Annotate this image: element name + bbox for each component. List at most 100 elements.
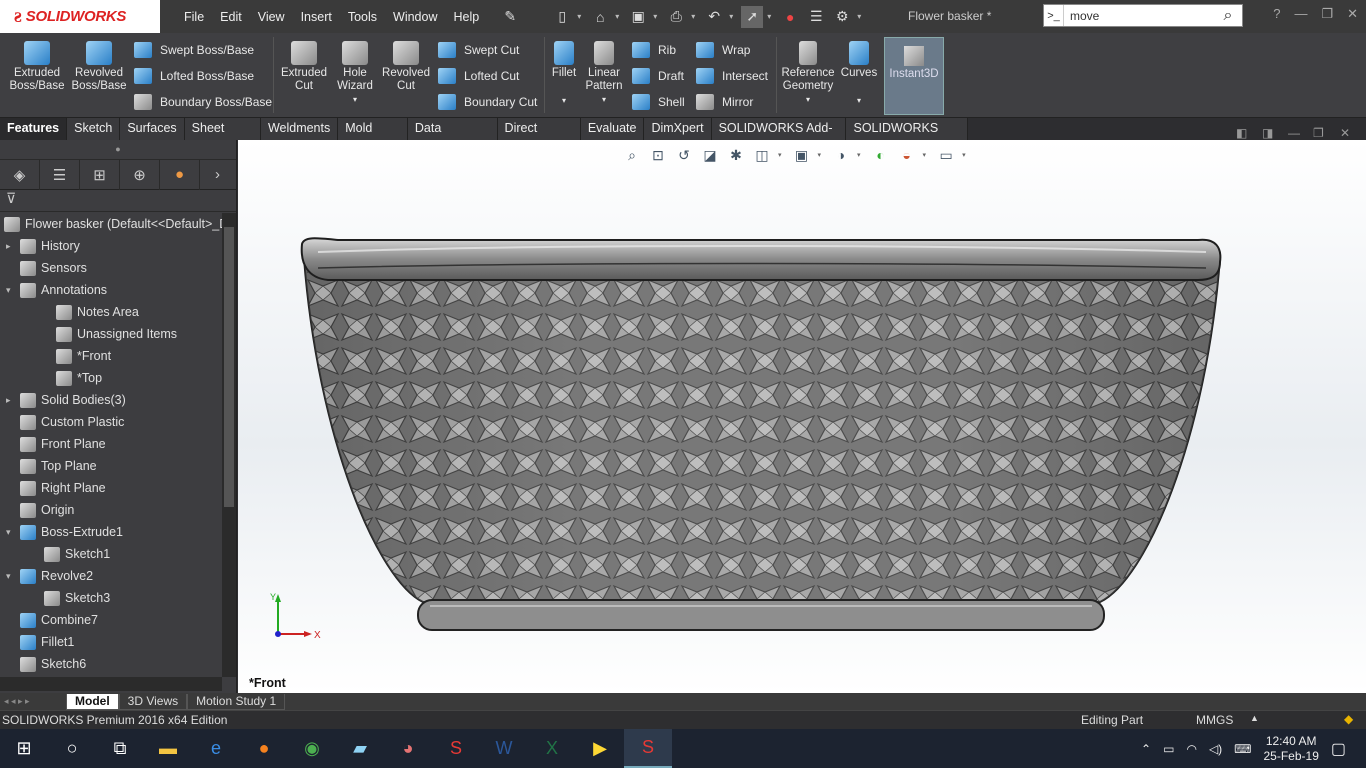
tree-item-top[interactable]: *Top [42,367,102,389]
tree-item-custom-plastic[interactable]: Custom Plastic [6,411,124,433]
instant3d-button[interactable]: Instant3D [884,37,944,115]
solidworks-2016-icon[interactable]: S [432,729,480,768]
tab-surfaces[interactable]: Surfaces [120,118,185,140]
tree-item-annotations[interactable]: ▾ Annotations [6,279,107,301]
status-units[interactable]: MMGS [1196,713,1233,727]
chrome-icon[interactable]: ◉ [288,729,336,768]
expand-toggle-icon[interactable]: ▾ [6,571,16,582]
chevron-down-icon[interactable]: ▾ [582,93,626,106]
tree-item-notes-area[interactable]: Notes Area [42,301,139,323]
boundary-cut-button[interactable]: Boundary Cut [438,92,537,112]
expand-toggle-icon[interactable]: ▸ [6,241,16,252]
tab-scroll-arrows[interactable]: ◂ ◂ ▸ ▸ [0,696,66,707]
viewport-close-button[interactable]: ✕ [1340,126,1350,140]
tree-horizontal-scrollbar[interactable] [0,677,222,691]
feature-manager-tab-icon[interactable]: ◈ [0,159,40,190]
configuration-manager-tab-icon[interactable]: ⊞ [80,159,120,190]
panel-grip[interactable]: ● [0,140,236,160]
save-icon[interactable]: ▣ [627,6,649,28]
excel-icon[interactable]: X [528,729,576,768]
tree-vertical-scrollbar[interactable] [222,213,236,677]
tree-filter[interactable]: ⊽ [0,190,236,212]
chevron-down-icon[interactable]: ▾ [548,94,580,107]
tree-item-revolve2[interactable]: ▾ Revolve2 [6,565,93,587]
mirror-button[interactable]: Mirror [696,92,753,112]
tab-sheet-metal[interactable]: Sheet Metal [185,118,261,156]
open-folder-icon[interactable]: ⌂ [589,6,611,28]
task-view-icon[interactable]: ⧉ [96,729,144,768]
tree-item-sensors[interactable]: Sensors [6,257,87,279]
tree-item-unassigned-items[interactable]: Unassigned Items [42,323,177,345]
new-document-icon[interactable]: ▯ [551,6,573,28]
chevron-down-icon[interactable]: ▾ [615,12,623,21]
boundary-boss-button[interactable]: Boundary Boss/Base [134,92,272,112]
chevron-down-icon[interactable]: ▾ [780,93,836,106]
menu-view[interactable]: View [250,10,293,24]
chevron-down-icon[interactable]: ▾ [577,12,585,21]
action-center-icon[interactable]: ▢ [1331,739,1346,759]
notepad-icon[interactable]: ▰ [336,729,384,768]
file-properties-icon[interactable]: ☰ [805,6,827,28]
help-icon[interactable]: ? [1273,6,1280,22]
filter-icon[interactable]: ⊽ [6,190,16,206]
options-gear-icon[interactable]: ⚙ [831,6,853,28]
lofted-boss-button[interactable]: Lofted Boss/Base [134,66,254,86]
tree-item-right-plane[interactable]: Right Plane [6,477,106,499]
menu-help[interactable]: Help [446,10,488,24]
tree-item-sketch3[interactable]: Sketch3 [30,587,110,609]
graphics-area[interactable]: ⌕ ⊡ ↺ ◪ ✱ ◫ ▾ ▣ ▾ ◑ ▾ ◐ ◒ ▾ ▭ ▾ X Y *Fro… [238,140,1366,693]
tree-root-part[interactable]: Flower basker (Default<<Default>_Di [4,213,222,235]
tile-left-icon[interactable]: ◧ [1236,126,1247,140]
hole-wizard-button[interactable]: Hole Wizard ▾ [330,35,380,106]
swept-cut-button[interactable]: Swept Cut [438,40,519,60]
show-hidden-icons-icon[interactable]: ⌃ [1141,742,1151,756]
swept-boss-button[interactable]: Swept Boss/Base [134,40,254,60]
expand-toggle-icon[interactable]: ▾ [6,527,16,538]
lofted-cut-button[interactable]: Lofted Cut [438,66,519,86]
linear-pattern-button[interactable]: Linear Pattern ▾ [582,35,626,106]
tab-3d-views[interactable]: 3D Views [118,693,188,710]
firefox-icon[interactable]: ● [240,729,288,768]
tab-solidworks-mbd[interactable]: SOLIDWORKS MBD [846,118,968,156]
windows-start-icon[interactable]: ⊞ [0,729,48,768]
print-icon[interactable]: ⎙ [665,6,687,28]
search-box[interactable]: >_ move ⌕ [1043,4,1243,27]
volume-icon[interactable]: ◁) [1209,742,1222,756]
paint-icon[interactable]: ◕ [384,729,432,768]
clock[interactable]: 12:40 AM 25-Feb-19 [1264,734,1319,764]
curves-button[interactable]: Curves ▾ [840,35,878,107]
tree-item-boss-extrude1[interactable]: ▾ Boss-Extrude1 [6,521,123,543]
tile-right-icon[interactable]: ◨ [1262,126,1273,140]
chevron-down-icon[interactable]: ▾ [767,12,775,21]
tab-solidworks-add-ins[interactable]: SOLIDWORKS Add-Ins [712,118,847,156]
chevron-down-icon[interactable]: ▾ [729,12,737,21]
undo-icon[interactable]: ↶ [703,6,725,28]
flower-basket-model[interactable] [238,140,1366,693]
tab-model[interactable]: Model [66,693,119,710]
tree-item-front-plane[interactable]: Front Plane [6,433,106,455]
menu-file[interactable]: File [176,10,212,24]
viewport-restore-button[interactable]: ❐ [1313,126,1324,140]
rebuild-icon[interactable]: ● [779,6,801,28]
edge-browser-icon[interactable]: e [192,729,240,768]
tree-item-front[interactable]: *Front [42,345,111,367]
file-explorer-icon[interactable]: ▬ [144,729,192,768]
chevron-down-icon[interactable]: ▾ [840,94,878,107]
tab-dimxpert[interactable]: DimXpert [644,118,712,140]
extruded-cut-button[interactable]: Extruded Cut [278,35,330,93]
chevron-down-icon[interactable]: ▾ [653,12,661,21]
tree-item-combine7[interactable]: Combine7 [6,609,98,631]
select-arrow-icon[interactable]: ➚ [741,5,764,28]
search-icon[interactable]: ⌕ [1214,7,1242,25]
word-icon[interactable]: W [480,729,528,768]
tab-features[interactable]: Features [0,118,68,140]
pin-icon[interactable]: ✎ [499,6,521,28]
expand-toggle-icon[interactable]: ▾ [6,285,16,296]
tab-evaluate[interactable]: Evaluate [581,118,645,140]
menu-insert[interactable]: Insert [293,10,340,24]
search-input[interactable]: move [1064,9,1214,23]
scroll-thumb[interactable] [224,227,234,507]
chevron-down-icon[interactable]: ▾ [691,12,699,21]
media-player-icon[interactable]: ▶ [576,729,624,768]
solidworks-logo[interactable]: ƨ SOLIDWORKS [0,0,160,33]
